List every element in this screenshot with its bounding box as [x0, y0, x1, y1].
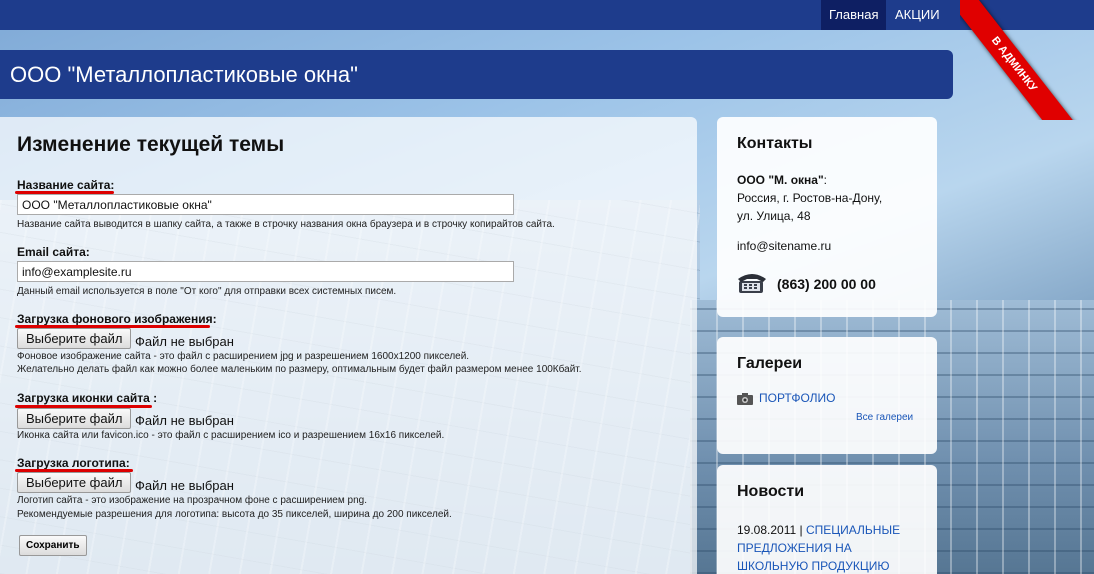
background-help-2: Желательно делать файл как можно более м… [17, 364, 582, 375]
logo-help-2: Рекомендуемые разрешения для логотипа: в… [17, 509, 452, 520]
nav-home-link[interactable]: Главная [821, 0, 887, 30]
contacts-address-line1: Россия, г. Ростов-на-Дону, [737, 191, 883, 205]
news-title-line3[interactable]: ШКОЛЬНУЮ ПРОДУКЦИЮ [737, 559, 889, 573]
galleries-panel: Галереи ПОРТФОЛИО Все галереи [717, 337, 937, 454]
site-header: ООО "Металлопластиковые окна" [0, 50, 953, 99]
site-email-label: Email сайта: [17, 245, 90, 259]
news-heading: Новости [737, 483, 805, 500]
icon-upload-label: Загрузка иконки сайта : [17, 391, 158, 405]
news-item: 19.08.2011 | СПЕЦИАЛЬНЫЕ ПРЕДЛОЖЕНИЯ НА … [737, 521, 900, 574]
logo-upload-label: Загрузка логотипа: [17, 456, 130, 470]
site-email-input[interactable] [17, 261, 514, 282]
site-name-help: Название сайта выводится в шапку сайта, … [17, 219, 555, 230]
contacts-company: ООО "М. окна": [737, 171, 827, 189]
contacts-address-line2: ул. Улица, 48 [737, 209, 811, 223]
company-suffix: : [823, 173, 827, 187]
contacts-heading: Контакты [737, 135, 813, 152]
camera-icon [737, 393, 753, 405]
news-title-line1[interactable]: СПЕЦИАЛЬНЫЕ [806, 523, 900, 537]
company-name: ООО "М. окна" [737, 173, 824, 187]
background-file-button[interactable]: Выберите файл [17, 328, 132, 349]
icon-file-button[interactable]: Выберите файл [17, 408, 132, 429]
background-upload-label: Загрузка фонового изображения: [17, 312, 217, 326]
all-galleries-link[interactable]: Все галереи [856, 412, 913, 423]
contacts-email: info@sitename.ru [737, 239, 832, 253]
background-help-1: Фоновое изображение сайта - это файл с р… [17, 351, 470, 362]
nav-promo-link[interactable]: АКЦИИ [887, 0, 948, 30]
logo-file-button[interactable]: Выберите файл [17, 472, 132, 493]
news-separator: | [796, 523, 806, 537]
page-title: Изменение текущей темы [17, 133, 285, 156]
site-email-help: Данный email используется в поле "От ког… [17, 286, 397, 297]
contacts-phone: (863) 200 00 00 [777, 276, 876, 292]
site-name-input[interactable] [17, 194, 514, 215]
news-date: 19.08.2011 [737, 523, 797, 537]
galleries-heading: Галереи [737, 355, 803, 372]
background-file-status: Файл не выбран [135, 334, 234, 349]
site-title: ООО "Металлопластиковые окна" [10, 62, 358, 87]
logo-help-1: Логотип сайта - это изображение на прозр… [17, 495, 367, 506]
admin-ribbon-container: В АДМИНКУ [960, 0, 1094, 120]
telephone-icon [738, 274, 766, 293]
news-title-line2[interactable]: ПРЕДЛОЖЕНИЯ НА [737, 541, 852, 555]
gallery-portfolio-link[interactable]: ПОРТФОЛИО [759, 391, 836, 405]
icon-help: Иконка сайта или favicon.ico - это файл … [17, 430, 445, 441]
logo-file-status: Файл не выбран [135, 478, 234, 493]
news-panel: Новости 19.08.2011 | СПЕЦИАЛЬНЫЕ ПРЕДЛОЖ… [717, 465, 937, 574]
theme-settings-panel: Изменение текущей темы Название сайта: Н… [0, 117, 697, 574]
top-navigation: Главная АКЦИИ [0, 0, 1094, 30]
admin-ribbon-link[interactable]: В АДМИНКУ [960, 0, 1079, 120]
site-name-label: Название сайта: [17, 178, 115, 192]
save-button[interactable]: Сохранить [19, 535, 87, 556]
contacts-panel: Контакты ООО "М. окна": Россия, г. Росто… [717, 117, 937, 317]
icon-file-status: Файл не выбран [135, 413, 234, 428]
